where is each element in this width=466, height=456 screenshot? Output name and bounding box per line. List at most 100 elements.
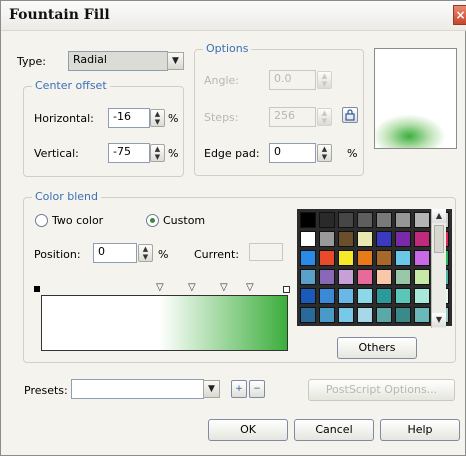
palette-swatch[interactable]: [300, 269, 316, 285]
palette-swatch[interactable]: [319, 250, 335, 266]
options-legend: Options: [203, 42, 252, 55]
two-color-radio[interactable]: [35, 214, 48, 227]
palette-swatch[interactable]: [300, 250, 316, 266]
palette-swatch[interactable]: [395, 307, 411, 323]
type-select-value: Radial: [73, 53, 107, 66]
scroll-down-icon[interactable]: ▼: [432, 313, 446, 327]
close-button[interactable]: ×: [453, 5, 466, 25]
palette-swatch[interactable]: [376, 269, 392, 285]
scroll-up-icon[interactable]: ▲: [432, 209, 446, 223]
lock-icon[interactable]: [342, 107, 358, 123]
palette-swatch[interactable]: [414, 212, 430, 228]
palette-swatch[interactable]: [338, 212, 354, 228]
scroll-thumb[interactable]: [434, 225, 444, 253]
palette-swatch[interactable]: [395, 288, 411, 304]
custom-radio[interactable]: [146, 214, 159, 227]
type-label: Type:: [17, 55, 46, 68]
palette-swatch[interactable]: [357, 231, 373, 247]
palette-swatch[interactable]: [357, 288, 373, 304]
center-offset-group: Center offset: [23, 79, 184, 177]
fill-preview[interactable]: [374, 48, 457, 149]
horizontal-spinner[interactable]: ▲ ▼: [150, 109, 165, 127]
horizontal-input[interactable]: -16: [108, 108, 150, 128]
palette-swatch[interactable]: [376, 288, 392, 304]
palette-swatch[interactable]: [319, 212, 335, 228]
palette-swatch[interactable]: [338, 250, 354, 266]
current-color-swatch[interactable]: [249, 243, 283, 261]
edge-pad-unit: %: [347, 147, 358, 160]
presets-dropdown-arrow-icon[interactable]: ▼: [203, 380, 220, 398]
palette-swatch[interactable]: [395, 212, 411, 228]
palette-swatch[interactable]: [300, 307, 316, 323]
palette-swatch[interactable]: [357, 212, 373, 228]
palette-swatch[interactable]: [338, 288, 354, 304]
center-offset-legend: Center offset: [32, 79, 110, 92]
edge-pad-input[interactable]: 0: [269, 143, 316, 163]
palette-swatch[interactable]: [338, 231, 354, 247]
remove-preset-icon[interactable]: −: [249, 380, 265, 398]
steps-input[interactable]: 256: [269, 107, 316, 127]
edge-pad-label: Edge pad:: [204, 147, 260, 160]
presets-input[interactable]: [71, 379, 204, 399]
gradient-bar[interactable]: [41, 295, 288, 351]
cancel-button[interactable]: Cancel: [294, 419, 374, 441]
palette-swatch[interactable]: [395, 231, 411, 247]
position-label: Position:: [34, 248, 81, 261]
horizontal-label: Horizontal:: [34, 112, 94, 125]
steps-spinner[interactable]: ▲ ▼: [317, 108, 332, 126]
color-palette: [297, 209, 452, 326]
palette-swatch[interactable]: [357, 250, 373, 266]
angle-input[interactable]: 0.0: [269, 70, 316, 90]
start-marker[interactable]: [34, 286, 40, 292]
gradient-marker[interactable]: ▽: [246, 283, 254, 293]
current-label: Current:: [194, 248, 240, 261]
palette-swatch[interactable]: [319, 269, 335, 285]
palette-swatch[interactable]: [376, 212, 392, 228]
palette-swatch[interactable]: [319, 231, 335, 247]
vertical-unit: %: [168, 147, 179, 160]
position-spinner[interactable]: ▲ ▼: [138, 244, 153, 262]
title-bar: Fountain Fill ×: [1, 1, 466, 31]
palette-swatch[interactable]: [395, 250, 411, 266]
add-preset-icon[interactable]: +: [231, 380, 247, 398]
custom-label: Custom: [163, 214, 206, 227]
others-button[interactable]: Others: [337, 337, 417, 359]
palette-swatch[interactable]: [319, 307, 335, 323]
type-dropdown-arrow-icon[interactable]: ▼: [167, 52, 184, 70]
gradient-marker[interactable]: ▽: [156, 283, 164, 293]
palette-swatch[interactable]: [300, 231, 316, 247]
angle-spinner[interactable]: ▲ ▼: [317, 71, 332, 89]
palette-swatch[interactable]: [319, 288, 335, 304]
gradient-marker[interactable]: ▽: [188, 283, 196, 293]
palette-scrollbar[interactable]: ▲ ▼: [431, 209, 446, 328]
palette-swatch[interactable]: [414, 269, 430, 285]
palette-swatch[interactable]: [414, 307, 430, 323]
palette-swatch[interactable]: [376, 231, 392, 247]
palette-swatch[interactable]: [414, 288, 430, 304]
type-select[interactable]: Radial: [68, 51, 168, 71]
postscript-options-button[interactable]: PostScript Options...: [308, 379, 455, 401]
fountain-fill-dialog: Fountain Fill × Type: Radial ▼ Center of…: [0, 0, 466, 456]
color-blend-legend: Color blend: [32, 190, 101, 203]
palette-swatch[interactable]: [300, 212, 316, 228]
palette-swatch[interactable]: [300, 288, 316, 304]
help-button[interactable]: Help: [380, 419, 460, 441]
palette-swatch[interactable]: [414, 250, 430, 266]
edge-pad-spinner[interactable]: ▲ ▼: [317, 144, 332, 162]
palette-swatch[interactable]: [338, 269, 354, 285]
palette-swatch[interactable]: [395, 269, 411, 285]
palette-swatch[interactable]: [357, 307, 373, 323]
position-unit: %: [158, 248, 169, 261]
palette-swatch[interactable]: [376, 250, 392, 266]
position-input[interactable]: 0: [93, 243, 137, 263]
ok-button[interactable]: OK: [208, 419, 288, 441]
window-title: Fountain Fill: [9, 7, 110, 23]
gradient-marker[interactable]: ▽: [220, 283, 228, 293]
end-marker[interactable]: [283, 286, 290, 293]
palette-swatch[interactable]: [376, 307, 392, 323]
vertical-spinner[interactable]: ▲ ▼: [150, 144, 165, 162]
vertical-input[interactable]: -75: [108, 143, 150, 163]
palette-swatch[interactable]: [357, 269, 373, 285]
palette-swatch[interactable]: [414, 231, 430, 247]
palette-swatch[interactable]: [338, 307, 354, 323]
